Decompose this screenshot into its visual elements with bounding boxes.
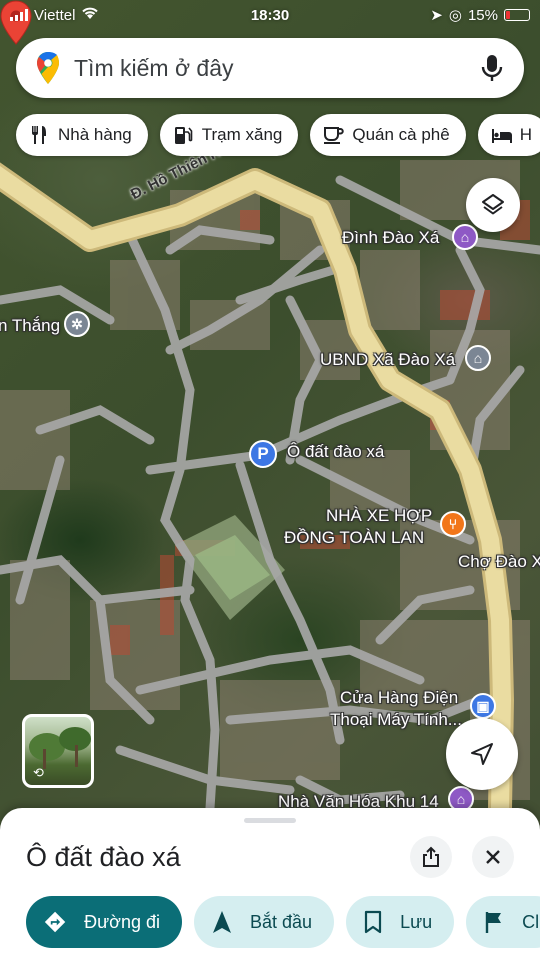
coffee-icon: [324, 127, 345, 144]
action-buttons: Đường đi Bắt đầu Lưu Cl: [26, 896, 540, 948]
place-bottom-sheet[interactable]: Ô đất đào xá Đường đi Bắt đầu Lưu Cl: [0, 808, 540, 960]
save-label: Lưu: [400, 911, 433, 932]
signal-icon: [10, 9, 28, 21]
label-ubnd[interactable]: UBND Xã Đào Xá: [320, 350, 455, 370]
religious-site-icon[interactable]: ✲: [64, 311, 90, 337]
bookmark-icon: [364, 910, 382, 934]
directions-button[interactable]: Đường đi: [26, 896, 182, 948]
chip-label: Nhà hàng: [58, 125, 132, 144]
carrier-name: Viettel: [34, 6, 76, 24]
street-view-thumbnail[interactable]: ⟲: [22, 714, 94, 788]
start-label: Bắt đầu: [250, 911, 313, 932]
close-button[interactable]: [472, 836, 514, 878]
more-label: Cl: [522, 911, 540, 932]
label-thang[interactable]: n Thắng: [0, 316, 60, 336]
place-title: Ô đất đào xá: [26, 842, 181, 872]
close-icon: [486, 850, 500, 864]
more-button[interactable]: Cl: [466, 896, 540, 948]
chip-gas-stations[interactable]: Trạm xăng: [159, 114, 299, 156]
chip-restaurants[interactable]: Nhà hàng: [16, 114, 148, 156]
shopping-bag-icon[interactable]: ▣: [470, 693, 496, 719]
chip-coffee[interactable]: Quán cà phê: [310, 114, 466, 156]
search-input[interactable]: Tìm kiếm ở đây: [74, 55, 480, 82]
restaurant-poi-icon[interactable]: ⑂: [440, 511, 466, 537]
layers-icon: [482, 194, 504, 215]
chip-hotels[interactable]: H: [477, 114, 540, 156]
directions-label: Đường đi: [84, 911, 160, 932]
share-button[interactable]: [410, 836, 452, 878]
navigation-start-icon: [213, 911, 231, 933]
government-building-icon[interactable]: ⌂: [465, 345, 491, 371]
label-selected-place[interactable]: Ô đất đào xá: [287, 442, 384, 462]
chip-label: Quán cà phê: [352, 125, 450, 144]
directions-icon: [44, 911, 66, 933]
location-arrow-icon: ➤: [430, 7, 443, 24]
label-cua-hang-line1[interactable]: Cửa Hàng Điện: [340, 688, 458, 708]
battery-percent: 15%: [467, 6, 498, 24]
search-bar[interactable]: Tìm kiếm ở đây: [16, 38, 524, 98]
hotel-icon: [491, 129, 512, 143]
navigation-arrow-icon: [471, 743, 493, 765]
map-layers-button[interactable]: [466, 178, 520, 232]
start-button[interactable]: Bắt đầu: [194, 896, 335, 948]
temple-icon[interactable]: ⌂: [452, 224, 478, 250]
label-nha-xe-line1[interactable]: NHÀ XE HỢP: [326, 506, 432, 526]
flag-icon: [485, 912, 502, 933]
status-bar: Viettel 18:30 ➤ ◎ 15%: [0, 0, 540, 30]
chip-label: Trạm xăng: [201, 125, 283, 144]
google-maps-logo-icon: [37, 52, 59, 84]
label-cua-hang-line2[interactable]: Thoại Máy Tính...: [330, 710, 462, 730]
label-dinh-dao-xa[interactable]: Đình Đào Xá: [342, 228, 439, 248]
microphone-icon[interactable]: [480, 53, 504, 83]
label-cho-dao-xa[interactable]: Chợ Đào X: [458, 552, 540, 572]
chip-label: H: [519, 125, 532, 144]
drag-handle[interactable]: [244, 818, 296, 823]
category-chips: Nhà hàng Trạm xăng Quán cà phê H: [16, 114, 540, 156]
wifi-icon: [81, 6, 99, 24]
rotate-360-icon: ⟲: [33, 765, 44, 780]
alarm-icon: ◎: [448, 7, 462, 24]
share-icon: [423, 846, 439, 867]
restaurant-icon: [32, 126, 46, 144]
battery-icon: [504, 9, 530, 21]
my-location-button[interactable]: [446, 718, 518, 790]
label-nha-xe-line2[interactable]: ĐỒNG TOÀN LAN: [284, 528, 424, 548]
gas-station-icon: [174, 127, 193, 144]
parking-icon[interactable]: P: [249, 440, 277, 468]
save-button[interactable]: Lưu: [346, 896, 455, 948]
